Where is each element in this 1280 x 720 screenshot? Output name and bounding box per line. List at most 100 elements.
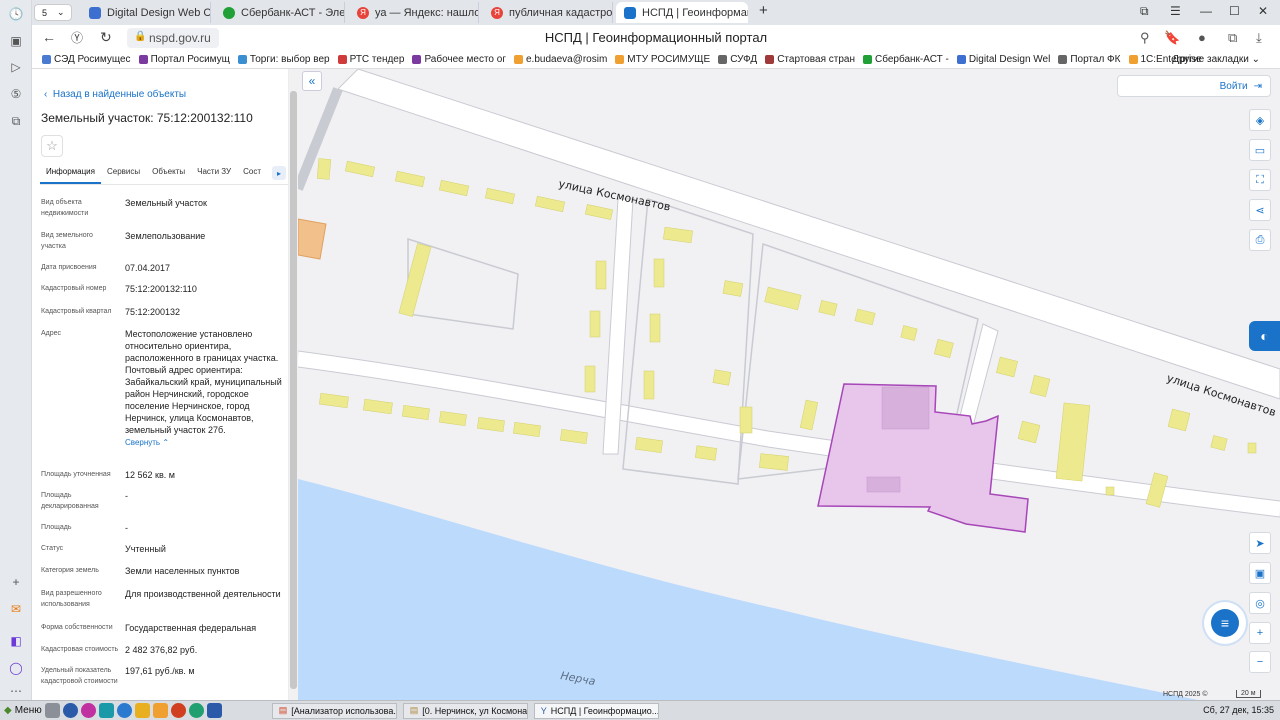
login-button[interactable]: Войти ⇥ bbox=[1117, 75, 1271, 97]
building bbox=[694, 445, 718, 461]
collapse-panel-button[interactable]: « bbox=[302, 71, 322, 91]
tabs-scroll-right-icon[interactable]: ▸ bbox=[272, 166, 286, 180]
new-tab-icon[interactable]: + bbox=[759, 2, 768, 19]
collapse-link[interactable]: Свернуть ⌃ bbox=[125, 438, 169, 447]
bookmark-label: СУФД bbox=[730, 54, 758, 65]
zoom-out-icon[interactable]: − bbox=[1249, 651, 1271, 673]
five-icon[interactable]: ⑤ bbox=[8, 86, 24, 102]
bookmark-item[interactable]: Рабочее место ог bbox=[412, 54, 506, 65]
tab-composition[interactable]: Сост bbox=[237, 165, 267, 184]
history-icon[interactable]: 🕓 bbox=[8, 6, 24, 22]
taskbar-window[interactable]: ▤ [0. Нерчинск, ул Космона... bbox=[402, 702, 528, 719]
field-label: Кадастровый номер bbox=[41, 285, 107, 292]
play-icon[interactable]: ▷ bbox=[8, 59, 24, 75]
screenshot-icon[interactable]: ⧉ bbox=[8, 113, 24, 129]
basemap-icon[interactable]: ▣ bbox=[1249, 562, 1271, 584]
scrollbar-thumb[interactable] bbox=[290, 91, 297, 689]
notes-icon[interactable] bbox=[134, 703, 150, 718]
bookmark-label: Стартовая стран bbox=[777, 54, 855, 65]
more-icon[interactable]: ⋯ bbox=[8, 683, 24, 699]
tab-sberbank-ast[interactable]: Сбербанк-АСТ - Электро bbox=[215, 2, 345, 23]
tab-nspd[interactable]: НСПД | Геоинформацио ✕ bbox=[616, 2, 748, 23]
bookmark-item[interactable]: МТУ РОСИМУЩЕ bbox=[615, 54, 710, 65]
back-to-results-link[interactable]: ‹ Назад в найденные объекты bbox=[44, 89, 186, 100]
bookmark-icon[interactable]: 🔖 bbox=[1164, 30, 1180, 46]
chat-button[interactable]: ≡ bbox=[1204, 602, 1246, 644]
mail-icon[interactable]: ✉ bbox=[8, 601, 24, 617]
bookmark-label: Портал Росимущ bbox=[150, 54, 230, 65]
tab-digital-design[interactable]: Digital Design Web Client bbox=[81, 2, 211, 23]
map-svg: улица Космонавтов улица Космонавтов Нерч… bbox=[298, 69, 1280, 700]
media-icon[interactable] bbox=[170, 703, 186, 718]
map-canvas[interactable]: улица Космонавтов улица Космонавтов Нерч… bbox=[298, 69, 1280, 700]
tab-parts[interactable]: Части ЗУ bbox=[191, 165, 237, 184]
compass-icon[interactable]: ◎ bbox=[1249, 592, 1271, 614]
other-bookmarks[interactable]: Другие закладки ⌄ bbox=[1172, 54, 1260, 65]
bookmark-item[interactable]: Digital Design Wel bbox=[956, 54, 1050, 65]
download-icon[interactable]: ⤓ bbox=[1256, 30, 1262, 46]
tab-layout-icon[interactable]: ⧉ bbox=[1140, 4, 1149, 19]
zoom-in-icon[interactable]: + bbox=[1249, 622, 1271, 644]
yandex-logo-icon[interactable]: Ⓨ bbox=[71, 29, 83, 46]
object-info-panel: ‹ Назад в найденные объекты Земельный уч… bbox=[32, 69, 288, 700]
files-icon[interactable] bbox=[44, 703, 60, 718]
search-key-icon[interactable]: ⚲ bbox=[1140, 30, 1150, 46]
tab-cadastral-search[interactable]: Я публичная кадастровая к bbox=[483, 2, 613, 23]
maximize-icon[interactable]: ☐ bbox=[1229, 4, 1240, 18]
tab-information[interactable]: Информация bbox=[40, 165, 101, 184]
folder-icon: ▤ bbox=[409, 705, 419, 715]
url-field[interactable]: 🔒 nspd.gov.ru bbox=[127, 28, 219, 48]
share-icon[interactable]: ⋖ bbox=[1249, 199, 1271, 221]
bookmark-item[interactable]: Торги: выбор вер bbox=[237, 54, 330, 65]
menu-logo-icon: ◆ bbox=[4, 705, 12, 716]
bookmark-item[interactable]: Сбербанк-АСТ - bbox=[863, 54, 949, 65]
panel-scrollbar[interactable] bbox=[289, 69, 298, 700]
ruler-icon[interactable]: ▭ bbox=[1249, 139, 1271, 161]
field-label: Удельный показатель кадастровой стоимост… bbox=[41, 667, 118, 685]
taskbar-window-active[interactable]: Y НСПД | Геоинформацио... bbox=[533, 702, 659, 719]
messenger-icon[interactable] bbox=[80, 703, 96, 718]
street-road bbox=[337, 69, 1280, 400]
browser-icon[interactable] bbox=[116, 703, 132, 718]
taskbar-window[interactable]: ▤ [Анализатор использова... bbox=[271, 702, 397, 719]
profile-icon[interactable]: ● bbox=[1198, 30, 1206, 45]
bookmark-item[interactable]: СЭД Росимущес bbox=[42, 54, 131, 65]
tab-counter[interactable]: 5 ⌄ bbox=[34, 4, 72, 21]
select-area-icon[interactable]: ⛶ bbox=[1249, 169, 1271, 191]
bookmark-item[interactable]: Портал Росимущ bbox=[138, 54, 230, 65]
yandex-browser-icon[interactable] bbox=[62, 703, 78, 718]
back-arrow-icon[interactable]: ← bbox=[42, 29, 56, 45]
start-menu-button[interactable]: ◆ Меню bbox=[4, 705, 42, 716]
building bbox=[398, 243, 432, 317]
nspd-favicon-icon bbox=[624, 6, 636, 19]
bookmark-item[interactable]: Портал ФК bbox=[1058, 54, 1121, 65]
tab-yandex-search[interactable]: Я уа — Яндекс: нашлось 70 bbox=[349, 2, 479, 23]
app-icon[interactable] bbox=[98, 703, 114, 718]
app-icon[interactable]: ◧ bbox=[8, 633, 24, 649]
locate-icon[interactable]: ➤ bbox=[1249, 532, 1271, 554]
extension-icon[interactable]: ⧉ bbox=[1228, 30, 1237, 46]
favorite-star-icon[interactable]: ☆ bbox=[41, 135, 63, 157]
yandex-icon[interactable] bbox=[206, 703, 222, 718]
bookmark-item[interactable]: СУФД bbox=[718, 54, 757, 65]
close-window-icon[interactable]: ✕ bbox=[1258, 4, 1268, 18]
bookmark-item[interactable]: Стартовая стран bbox=[765, 54, 855, 65]
layers-icon[interactable]: ◈ bbox=[1249, 109, 1271, 131]
reload-icon[interactable]: ↻ bbox=[100, 29, 112, 46]
tab-objects[interactable]: Объекты bbox=[146, 165, 191, 184]
chat-icon: ≡ bbox=[1211, 609, 1239, 637]
print-icon[interactable]: ⎙ bbox=[1249, 229, 1271, 251]
minimize-icon[interactable]: — bbox=[1200, 4, 1212, 18]
tab-services[interactable]: Сервисы bbox=[101, 165, 146, 184]
bookmark-item[interactable]: РТС тендер bbox=[337, 54, 404, 65]
alice-icon[interactable]: ◯ bbox=[8, 660, 24, 676]
whatsapp-icon[interactable] bbox=[188, 703, 204, 718]
onec-icon[interactable] bbox=[152, 703, 168, 718]
bookmark-item[interactable]: e.budaeva@rosim bbox=[513, 54, 607, 65]
menu-icon[interactable]: ☰ bbox=[1170, 4, 1181, 18]
building bbox=[799, 399, 819, 431]
digital-design-favicon-icon bbox=[89, 6, 101, 19]
info-badge-icon[interactable]: ◐ bbox=[1249, 321, 1280, 351]
add-icon[interactable]: + bbox=[8, 574, 24, 590]
collections-icon[interactable]: ▣ bbox=[8, 33, 24, 49]
